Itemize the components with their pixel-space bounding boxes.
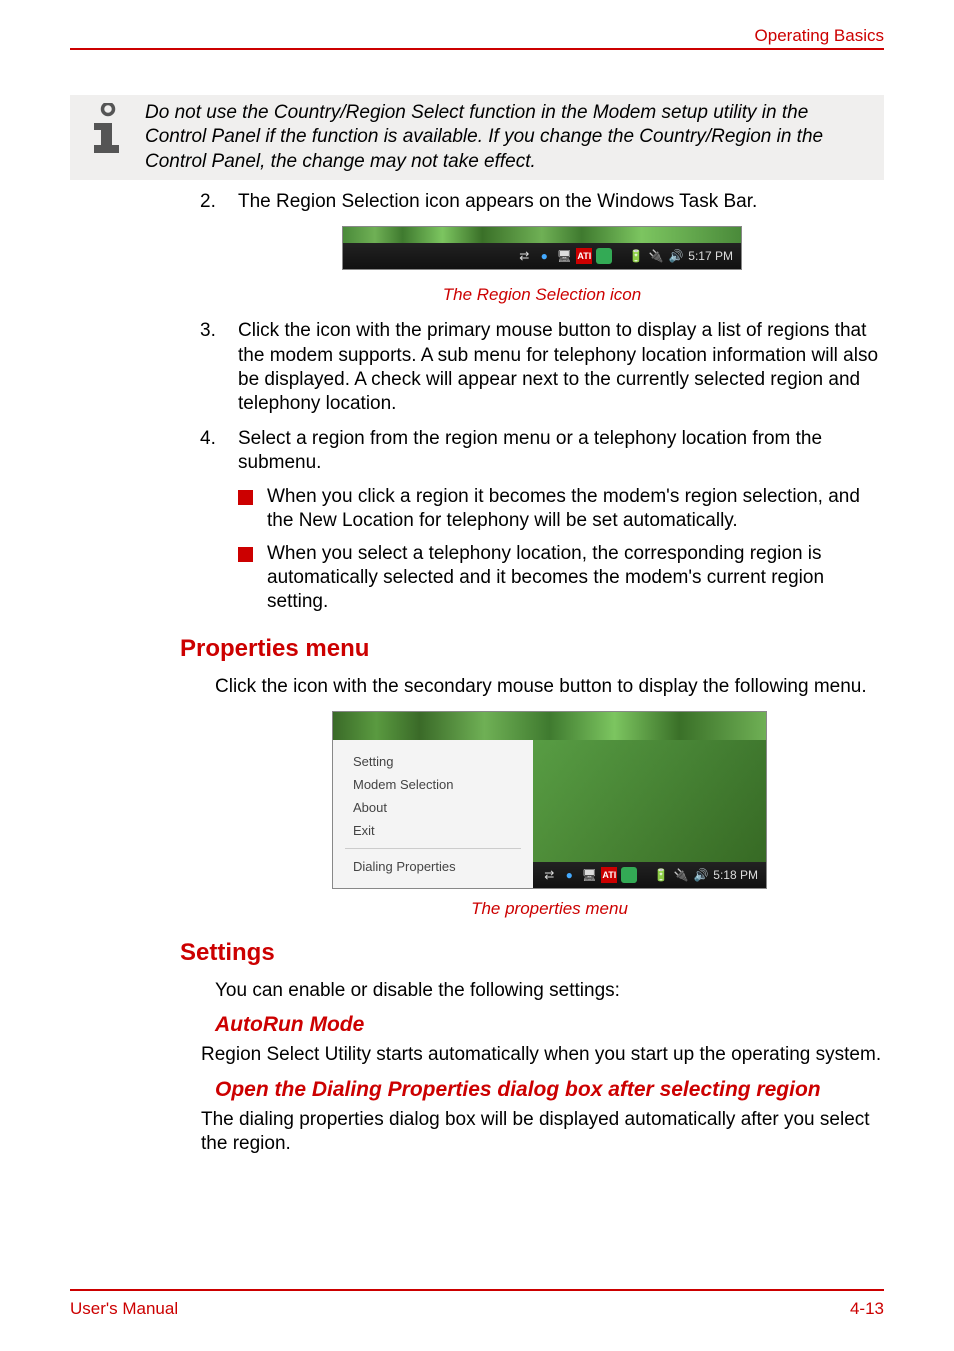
monitor-icon: 🖥 <box>556 248 572 264</box>
step-4-bullet-1: When you click a region it becomes the m… <box>267 485 884 534</box>
shield-icon: ● <box>536 248 552 264</box>
figure-taskbar-1: ⇄ ● 🖥 ATI 🔋 🔌 🔊 5:17 PM <box>342 226 742 270</box>
volume-icon: 🔊 <box>668 248 684 264</box>
menu-item-about[interactable]: About <box>333 796 533 819</box>
menu-item-modem-selection[interactable]: Modem Selection <box>333 773 533 796</box>
step-4-number: 4. <box>200 427 228 476</box>
step-3-number: 3. <box>200 319 228 416</box>
open-dialing-heading: Open the Dialing Properties dialog box a… <box>215 1078 884 1102</box>
note-text: Do not use the Country/Region Select fun… <box>145 101 878 174</box>
open-dialing-text: The dialing properties dialog box will b… <box>201 1108 884 1157</box>
settings-intro: You can enable or disable the following … <box>215 979 884 1003</box>
menu-item-setting[interactable]: Setting <box>333 750 533 773</box>
note-block: Do not use the Country/Region Select fun… <box>70 95 884 180</box>
figure-properties-menu: Setting Modem Selection About Exit Diali… <box>332 711 767 889</box>
square-bullet-icon <box>238 547 253 562</box>
connect-icon: ⇄ <box>516 248 532 264</box>
ati-icon: ATI <box>576 248 592 264</box>
step-4-text: Select a region from the region menu or … <box>238 427 884 476</box>
step-3-text: Click the icon with the primary mouse bu… <box>238 319 884 416</box>
menu-item-exit[interactable]: Exit <box>333 819 533 842</box>
tray-time-2: 5:18 PM <box>713 868 758 882</box>
figure-2-caption: The properties menu <box>215 899 884 919</box>
volume-icon: 🔊 <box>693 867 709 883</box>
figure-1-caption: The Region Selection icon <box>200 285 884 305</box>
menu-item-dialing-properties[interactable]: Dialing Properties <box>333 855 533 878</box>
connect-icon: ⇄ <box>541 867 557 883</box>
autorun-text: Region Select Utility starts automatical… <box>201 1043 884 1067</box>
power-icon: 🔌 <box>673 867 689 883</box>
battery-icon: 🔋 <box>653 867 669 883</box>
autorun-heading: AutoRun Mode <box>215 1013 884 1037</box>
step-4-bullet-2: When you select a telephony location, th… <box>267 542 884 615</box>
tray-time-1: 5:17 PM <box>688 249 733 263</box>
properties-menu-heading: Properties menu <box>180 635 884 663</box>
footer-left: User's Manual <box>70 1299 178 1319</box>
step-2-number: 2. <box>200 190 228 214</box>
flag-icon <box>621 867 637 883</box>
flag-icon <box>596 248 612 264</box>
battery-icon: 🔋 <box>628 248 644 264</box>
settings-heading: Settings <box>180 939 884 967</box>
info-icon <box>83 103 133 158</box>
step-2-text: The Region Selection icon appears on the… <box>238 190 757 214</box>
footer-right: 4-13 <box>850 1299 884 1319</box>
shield-icon: ● <box>561 867 577 883</box>
properties-menu-intro: Click the icon with the secondary mouse … <box>215 675 884 699</box>
power-icon: 🔌 <box>648 248 664 264</box>
square-bullet-icon <box>238 490 253 505</box>
monitor-icon: 🖥 <box>581 867 597 883</box>
page-header-title: Operating Basics <box>755 26 884 46</box>
ati-icon: ATI <box>601 867 617 883</box>
